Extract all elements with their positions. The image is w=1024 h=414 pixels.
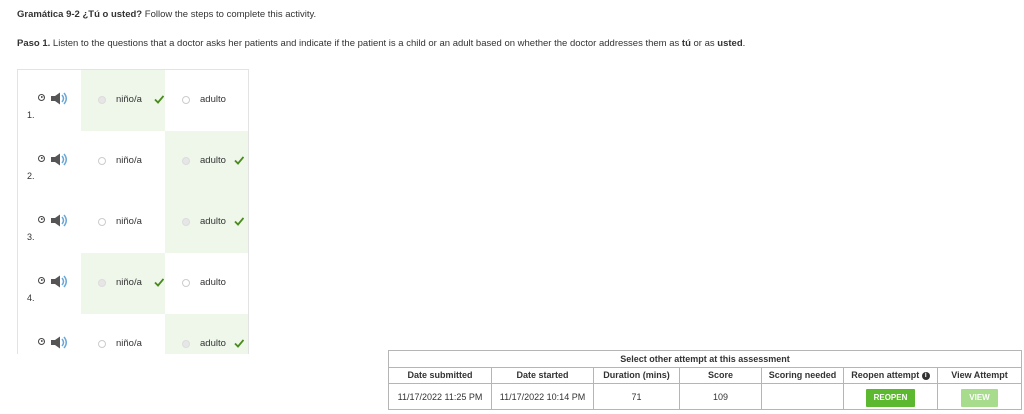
answer-option-adult[interactable]: adulto [165,131,248,192]
question-number: 3. [27,232,35,242]
col-duration: Duration (mins) 71 [594,367,680,409]
question-number: 2. [27,171,35,181]
question-row: 2. niño/a adulto [18,131,248,192]
answer-label: niño/a [116,338,142,349]
cell-date-submitted: 11/17/2022 11:25 PM [397,392,483,402]
activity-subtitle: Follow the steps to complete this activi… [142,9,317,20]
answer-label: adulto [200,338,226,349]
audio-controls [38,153,74,167]
step-instructions: Paso 1. Listen to the questions that a d… [17,38,745,49]
answer-radio[interactable] [182,157,190,165]
answer-label: adulto [200,94,226,105]
answer-option-child[interactable]: niño/a [81,192,165,253]
instruction-tu: tú [681,38,691,49]
activity-heading: Gramática 9-2 ¿Tú o usted? Follow the st… [17,9,316,20]
view-button[interactable]: VIEW [961,388,998,407]
header-duration: Duration (mins) [594,367,679,384]
question-row: niño/a adulto [18,314,248,354]
speaker-icon[interactable] [51,275,69,288]
answer-label: niño/a [116,216,142,227]
answer-radio[interactable] [98,218,106,226]
cell-duration: 71 [631,392,642,402]
audio-controls [38,214,74,228]
audio-controls [38,275,74,289]
instruction-usted: usted [717,38,743,49]
answer-label: niño/a [116,277,142,288]
cell-view: VIEW [938,384,1021,410]
answer-radio[interactable] [98,157,106,165]
answer-option-child[interactable]: niño/a [81,70,165,131]
col-score: Score 109 [680,367,762,409]
play-circle-icon[interactable] [38,216,45,223]
play-circle-icon[interactable] [38,155,45,162]
header-view: View Attempt [938,367,1021,384]
play-circle-icon[interactable] [38,277,45,284]
header-date-submitted: Date submitted [389,367,491,384]
checkmark-icon [234,216,245,226]
answer-option-adult[interactable]: adulto [165,253,248,314]
cell-reopen: REOPEN [844,384,937,410]
question-row: 3. niño/a adulto [18,192,248,253]
speaker-icon[interactable] [51,336,69,349]
answer-option-adult[interactable]: adulto [165,70,248,131]
col-scoring-needed: Scoring needed [762,367,844,409]
answer-radio[interactable] [98,96,106,104]
question-number: 4. [27,293,35,303]
checkmark-icon [234,338,245,348]
question-row: 1. niño/a adulto [18,70,248,131]
header-date-started: Date started [492,367,593,384]
instruction-text-or: or as [690,38,718,49]
attempts-table: Select other attempt at this assessment … [388,350,1022,410]
answer-radio[interactable] [182,96,190,104]
col-reopen: Reopen attempt i REOPEN [844,367,938,409]
question-row: 4. niño/a adulto [18,253,248,314]
cell-date-started: 11/17/2022 10:14 PM [499,392,586,402]
answer-label: adulto [200,155,226,166]
answer-radio[interactable] [98,279,106,287]
col-date-started: Date started 11/17/2022 10:14 PM [492,367,594,409]
answer-label: niño/a [116,155,142,166]
answer-option-adult[interactable]: adulto [165,192,248,253]
header-reopen-label: Reopen attempt [851,370,920,380]
instruction-text: Listen to the questions that a doctor as… [50,38,682,49]
checkmark-icon [154,277,165,287]
instruction-period: . [742,38,746,49]
cell-scoring-needed [762,384,843,410]
answer-option-adult[interactable]: adulto [165,314,248,354]
play-circle-icon[interactable] [38,338,45,345]
answer-label: adulto [200,277,226,288]
answer-radio[interactable] [182,340,190,348]
answer-option-child[interactable]: niño/a [81,131,165,192]
answer-radio[interactable] [98,340,106,348]
speaker-icon[interactable] [51,92,69,105]
question-list: 1. niño/a adulto 2. niño/a adulto 3. niño/a adul… [17,69,249,354]
reopen-button[interactable]: REOPEN [865,388,916,407]
col-date-submitted: Date submitted 11/17/2022 11:25 PM [389,367,492,409]
audio-controls [38,336,74,350]
col-view: View Attempt VIEW [938,367,1021,409]
header-reopen: Reopen attempt i [844,367,937,384]
answer-radio[interactable] [182,279,190,287]
speaker-icon[interactable] [51,153,69,166]
answer-label: niño/a [116,94,142,105]
checkmark-icon [234,155,245,165]
answer-radio[interactable] [182,218,190,226]
header-score: Score [680,367,761,384]
answer-option-child[interactable]: niño/a [81,253,165,314]
speaker-icon[interactable] [51,214,69,227]
play-circle-icon[interactable] [38,94,45,101]
info-icon[interactable]: i [921,371,930,380]
answer-label: adulto [200,216,226,227]
question-number: 1. [27,110,35,120]
step-label: Paso 1. [17,38,51,49]
activity-title: Gramática 9-2 ¿Tú o usted? [17,9,143,20]
cell-score: 109 [712,392,729,402]
audio-controls [38,92,74,106]
checkmark-icon [154,94,165,104]
attempts-table-title: Select other attempt at this assessment [389,351,1021,368]
answer-option-child[interactable]: niño/a [81,314,165,354]
header-scoring-needed: Scoring needed [762,367,843,384]
